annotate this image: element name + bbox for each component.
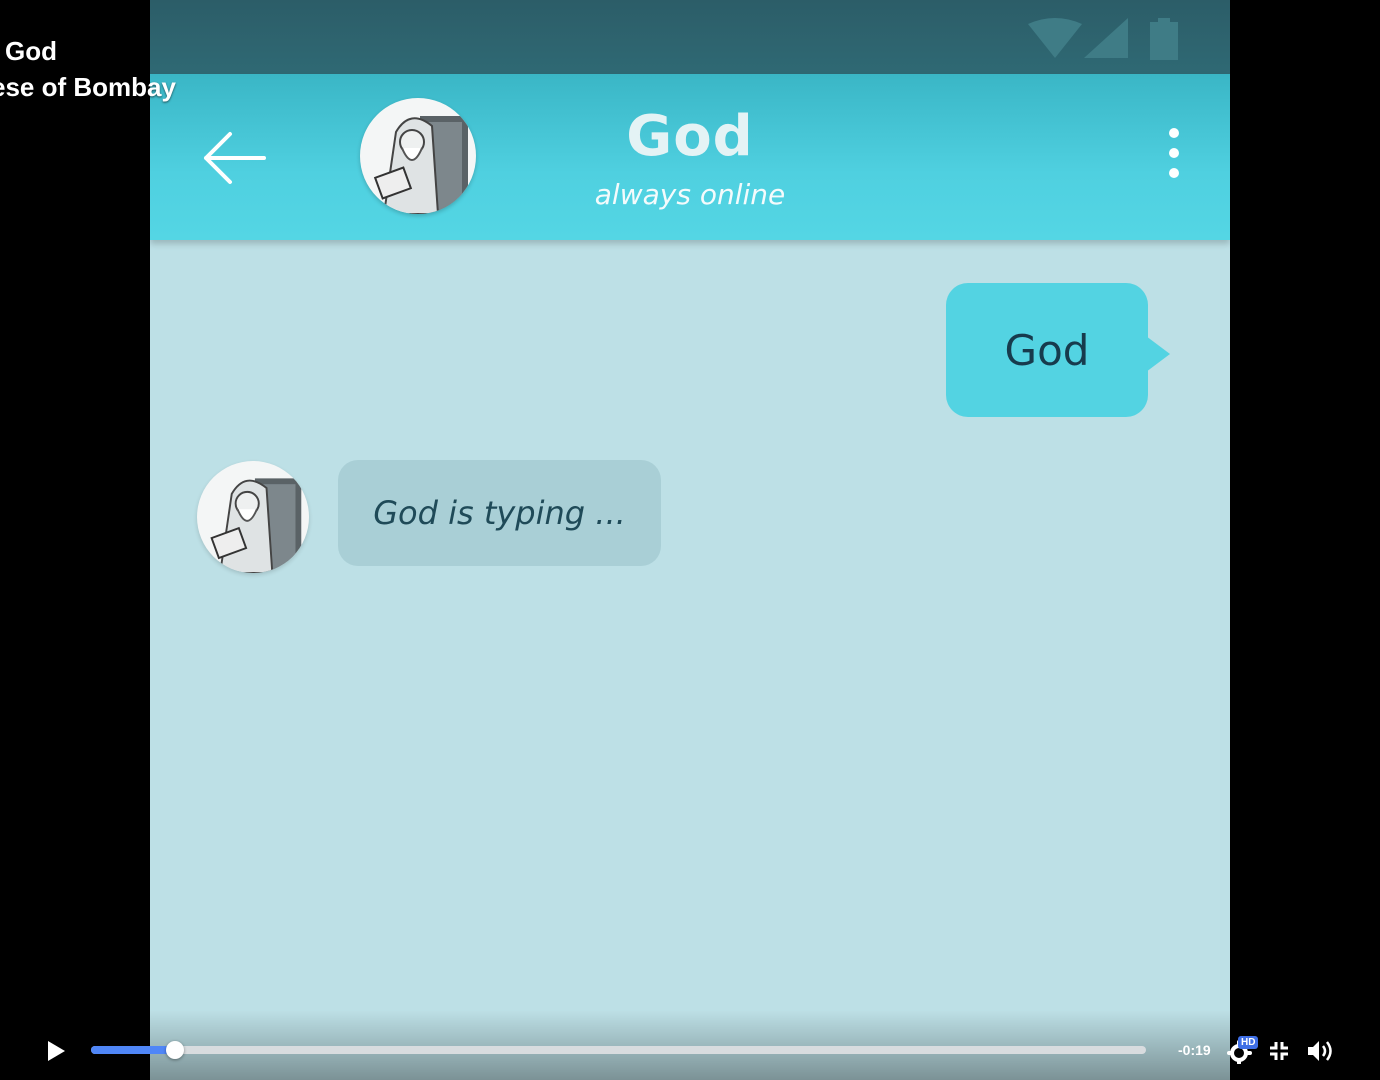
god-avatar-image xyxy=(373,116,468,214)
battery-icon xyxy=(1150,18,1178,60)
outgoing-bubble-tail xyxy=(1146,336,1170,372)
god-avatar-image xyxy=(210,478,302,573)
arrow-left-icon[interactable] xyxy=(200,129,268,187)
signal-icon xyxy=(1084,18,1128,58)
seek-bar[interactable] xyxy=(91,1041,1146,1059)
contact-avatar[interactable] xyxy=(360,98,476,214)
chat-header: God always online xyxy=(150,74,1230,240)
seek-bar-progress xyxy=(91,1046,176,1054)
wifi-icon xyxy=(1028,18,1082,58)
exit-fullscreen-icon[interactable] xyxy=(1268,1040,1290,1062)
contact-status: always online xyxy=(594,178,786,211)
sender-avatar[interactable] xyxy=(197,461,309,573)
volume-icon[interactable] xyxy=(1306,1038,1334,1064)
player-controls-bar xyxy=(0,1010,1380,1080)
more-vertical-icon[interactable] xyxy=(1160,126,1188,190)
video-frame: God always online God God is typing ... xyxy=(150,0,1230,1080)
status-bar xyxy=(150,0,1230,74)
play-icon[interactable] xyxy=(46,1040,66,1062)
time-remaining: -0:19 xyxy=(1178,1042,1211,1058)
hd-badge: HD xyxy=(1238,1036,1259,1049)
video-title[interactable]: God xyxy=(5,36,57,67)
typing-indicator-bubble: God is typing ... xyxy=(338,460,661,566)
contact-name: God xyxy=(626,104,754,169)
outgoing-message-bubble: God xyxy=(946,283,1148,417)
video-subtitle[interactable]: ese of Bombay xyxy=(0,72,176,103)
